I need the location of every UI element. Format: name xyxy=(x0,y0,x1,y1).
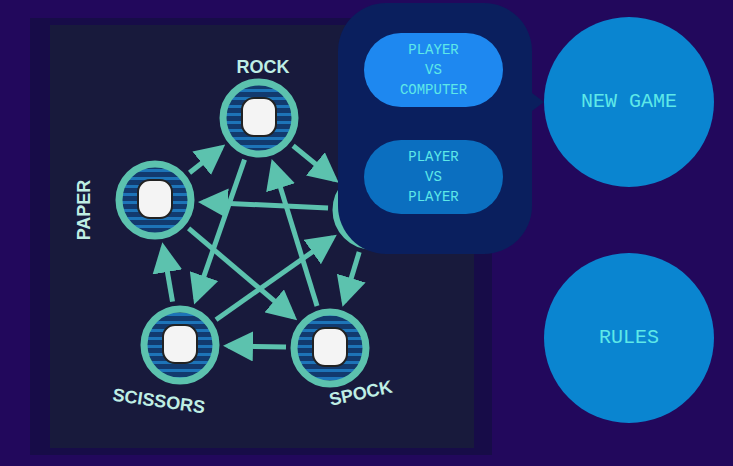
menu-circle-button[interactable]: RULES xyxy=(544,253,714,423)
app: ROCKPAPERSCISSORSSPOCKNEW GAMERULESPLAYE… xyxy=(0,0,733,466)
game-mode-option[interactable]: PLAYER VS COMPUTER xyxy=(364,33,503,107)
diagram-node: ROCK xyxy=(223,57,295,154)
hand-icon xyxy=(313,328,347,366)
diagram-node: PAPER xyxy=(74,164,191,240)
node-label: ROCK xyxy=(237,57,290,77)
diagram-node: SPOCK xyxy=(294,312,394,410)
node-label: SPOCK xyxy=(327,377,394,410)
node-label: SCISSORS xyxy=(111,385,206,418)
new-game-menu: PLAYER VS COMPUTER PLAYER VS PLAYER xyxy=(338,3,532,254)
hand-icon xyxy=(242,98,276,136)
game-mode-option[interactable]: PLAYER VS PLAYER xyxy=(364,140,503,214)
hand-icon xyxy=(138,180,172,218)
main-buttons: NEW GAME RULES xyxy=(544,17,714,466)
menu-circle-button[interactable]: NEW GAME xyxy=(544,17,714,187)
node-label: PAPER xyxy=(74,180,94,241)
hand-icon xyxy=(163,325,197,363)
diagram-node: SCISSORS xyxy=(111,309,216,417)
